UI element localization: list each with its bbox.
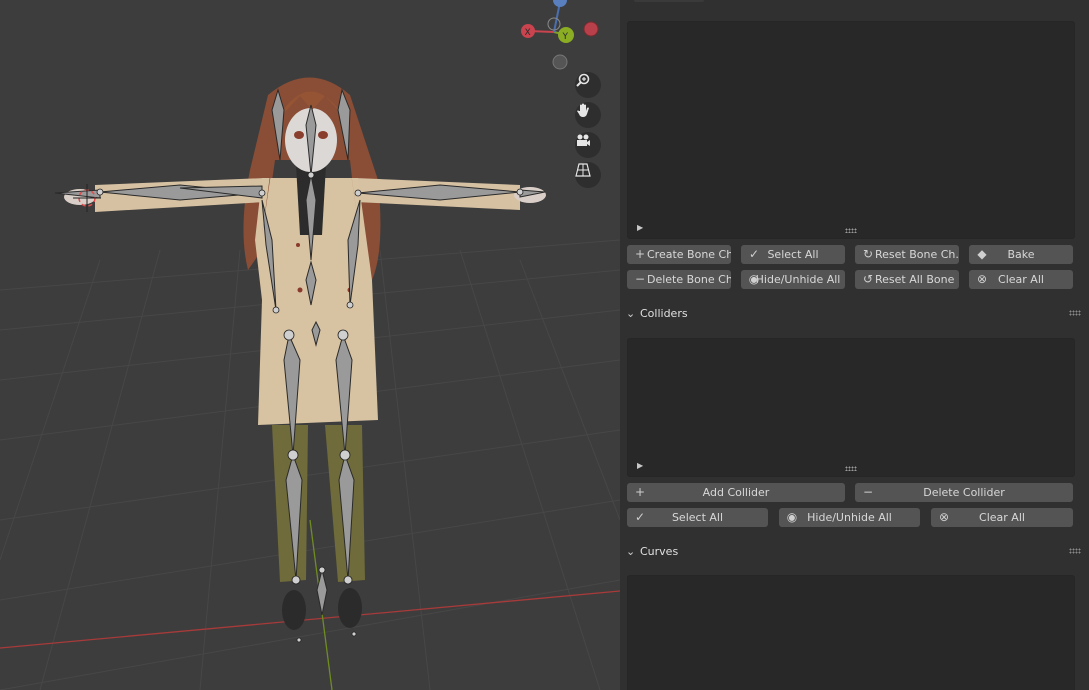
clear-x-icon: ⊗ [976, 272, 988, 286]
curves-list[interactable] [627, 575, 1075, 690]
clear-x-icon: ⊗ [938, 510, 950, 524]
checkmark-icon: ✓ [748, 247, 760, 261]
bake-label: Bake [1007, 248, 1035, 261]
delete-collider-label: Delete Collider [923, 486, 1005, 499]
bone-chain-hide-unhide-button[interactable]: ◉ Hide/Unhide All [741, 270, 845, 289]
minus-icon: − [634, 272, 646, 286]
colliders-select-all-button[interactable]: ✓ Select All [627, 508, 768, 527]
chevron-down-icon[interactable]: ⌄ [626, 307, 636, 320]
list-resize-grip-icon[interactable] [845, 228, 857, 233]
bone-chain-clear-all-label: Clear All [998, 273, 1044, 286]
create-bone-chain-button[interactable]: + Create Bone Ch... [627, 245, 731, 264]
curves-title: Curves [640, 544, 679, 558]
colliders-title: Colliders [640, 306, 688, 320]
camera-icon[interactable] [575, 132, 601, 158]
colliders-hide-unhide-label: Hide/Unhide All [807, 511, 892, 524]
colliders-list[interactable]: ▶ [627, 338, 1075, 477]
play-triangle-icon[interactable]: ▶ [637, 461, 643, 470]
checkmark-icon: ✓ [634, 510, 646, 524]
reset-all-bone-button[interactable]: ↺ Reset All Bone ... [855, 270, 959, 289]
curves-panel-header[interactable]: ⌄ Curves [620, 540, 1089, 562]
plus-icon: + [634, 247, 646, 261]
colliders-clear-all-button[interactable]: ⊗ Clear All [931, 508, 1073, 527]
bone-chain-select-all-button[interactable]: ✓ Select All [741, 245, 845, 264]
bone-chain-select-all-label: Select All [767, 248, 819, 261]
delete-bone-chain-label: Delete Bone Ch... [647, 273, 731, 286]
drag-handle-icon[interactable] [1069, 548, 1081, 554]
list-resize-grip-icon[interactable] [845, 466, 857, 471]
colliders-select-all-label: Select All [671, 511, 724, 524]
bake-button[interactable]: ◆ Bake [969, 245, 1073, 264]
diamond-icon: ◆ [977, 247, 987, 261]
properties-sidebar: ▶ + Create Bone Ch... ✓ Select All ↻ Res… [620, 0, 1089, 690]
viewport-scene: X Y [0, 0, 620, 690]
play-triangle-icon[interactable]: ▶ [637, 223, 643, 232]
clock-reset-icon: ↺ [862, 272, 874, 286]
delete-bone-chain-button[interactable]: − Delete Bone Ch... [627, 270, 731, 289]
hand-pan-icon[interactable] [575, 102, 601, 128]
zoom-icon[interactable] [575, 72, 601, 98]
colliders-clear-all-label: Clear All [979, 511, 1025, 524]
grid-perspective-icon[interactable] [575, 162, 601, 188]
top-tab-fragment [634, 0, 704, 2]
chevron-down-icon[interactable]: ⌄ [626, 545, 636, 558]
bone-chain-clear-all-button[interactable]: ⊗ Clear All [969, 270, 1073, 289]
add-collider-label: Add Collider [702, 486, 770, 499]
gizmo-y-label: Y [562, 32, 569, 42]
refresh-icon: ↻ [862, 247, 874, 261]
delete-collider-button[interactable]: − Delete Collider [855, 483, 1073, 502]
create-bone-chain-label: Create Bone Ch... [647, 248, 731, 261]
reset-all-bone-label: Reset All Bone ... [875, 273, 959, 286]
3d-viewport[interactable]: X Y [0, 0, 620, 690]
x-axis-line [0, 590, 620, 649]
reset-bone-chain-label: Reset Bone Ch... [875, 248, 959, 261]
gizmo-x-label: X [525, 28, 531, 38]
add-collider-button[interactable]: + Add Collider [627, 483, 845, 502]
reset-bone-chain-button[interactable]: ↻ Reset Bone Ch... [855, 245, 959, 264]
eye-icon: ◉ [748, 272, 760, 286]
colliders-hide-unhide-button[interactable]: ◉ Hide/Unhide All [779, 508, 920, 527]
colliders-panel-header[interactable]: ⌄ Colliders [620, 302, 1089, 324]
bone-chain-hide-unhide-label: Hide/Unhide All [755, 273, 841, 286]
drag-handle-icon[interactable] [1069, 310, 1081, 316]
navigation-gizmo[interactable]: X Y [521, 0, 599, 70]
bone-chain-list[interactable]: ▶ [627, 21, 1075, 239]
plus-icon: + [634, 485, 646, 499]
character-model [64, 77, 546, 630]
minus-icon: − [862, 485, 874, 499]
eye-icon: ◉ [786, 510, 798, 524]
